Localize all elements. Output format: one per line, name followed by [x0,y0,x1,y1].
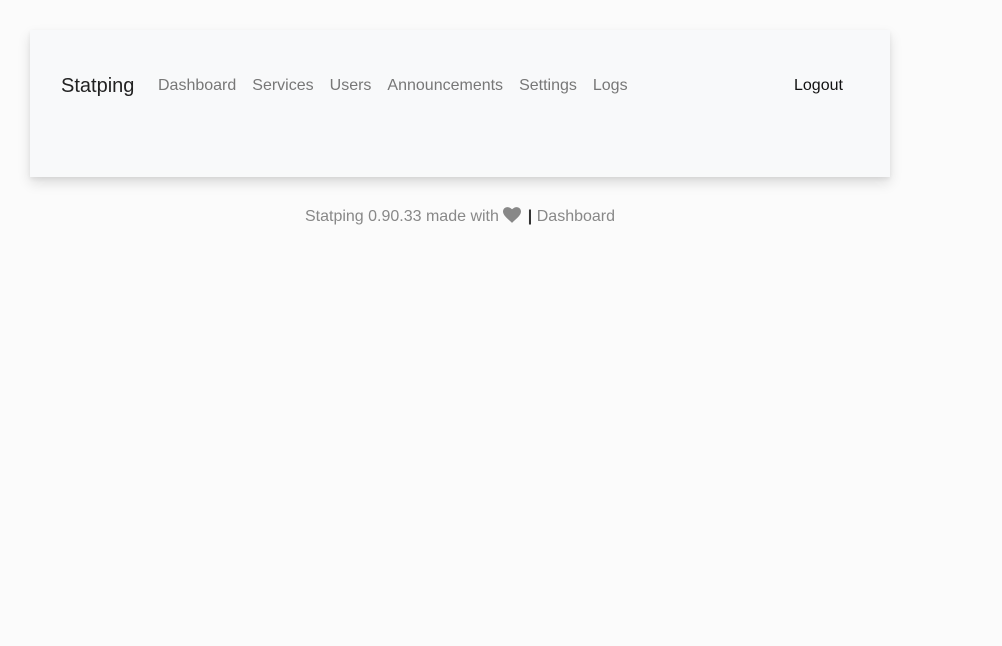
nav-links: Dashboard Services Users Announcements S… [158,77,644,95]
nav-link-dashboard[interactable]: Dashboard [158,77,236,94]
footer-dashboard-link[interactable]: Dashboard [537,208,615,225]
nav-item-services: Services [252,77,313,95]
navbar: Statping Dashboard Services Users Announ… [30,30,890,177]
footer: Statping 0.90.33 made with | Dashboard [30,207,890,227]
nav-item-dashboard: Dashboard [158,77,236,95]
nav-item-users: Users [330,77,372,95]
nav-link-users[interactable]: Users [330,77,372,94]
nav-item-settings: Settings [519,77,577,95]
brand-logo[interactable]: Statping [61,75,134,97]
heart-icon [503,207,522,223]
footer-text: Statping 0.90.33 made with [304,208,499,225]
nav-link-logs[interactable]: Logs [593,77,628,94]
nav-link-services[interactable]: Services [252,77,313,94]
nav-item-logs: Logs [593,77,628,95]
footer-separator: | [527,208,533,225]
logout-button[interactable]: Logout [794,77,843,95]
nav-link-settings[interactable]: Settings [519,77,577,94]
nav-link-announcements[interactable]: Announcements [387,77,503,94]
nav-item-announcements: Announcements [387,77,503,95]
